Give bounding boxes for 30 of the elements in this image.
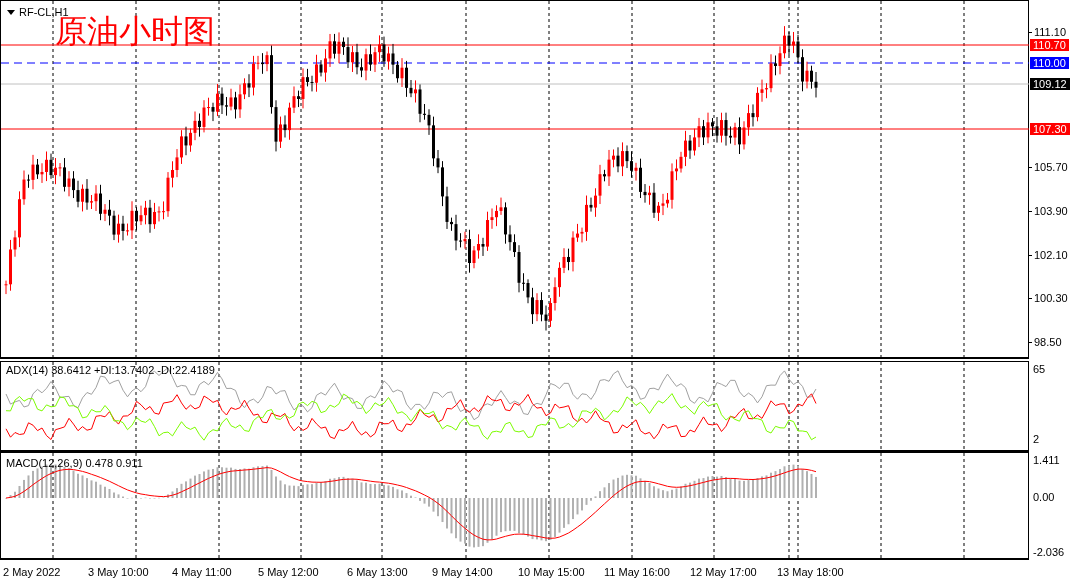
axis-label: 2 xyxy=(1033,433,1040,446)
time-label: 4 May 11:00 xyxy=(172,565,232,579)
price-level-badge: 109.12 xyxy=(1030,78,1070,90)
time-label: 12 May 17:00 xyxy=(690,565,757,579)
symbol-label: RF-CL,H1 xyxy=(19,5,69,18)
price-label: 102.10 xyxy=(1034,249,1068,261)
time-label: 11 May 16:00 xyxy=(604,565,670,579)
adx-label: ADX(14) 38.6412 +DI:13.7402 -DI:22.4189 xyxy=(6,363,215,377)
axis-label: 65 xyxy=(1033,363,1046,376)
time-label: 6 May 13:00 xyxy=(347,565,408,579)
chart-title: 原油小时图 xyxy=(55,15,215,47)
axis-label: 1.411 xyxy=(1033,454,1060,467)
axis-label: 0.00 xyxy=(1033,491,1055,504)
price-level-badge: 110.70 xyxy=(1030,39,1069,51)
time-label: 9 May 14:00 xyxy=(432,565,493,579)
time-label: 3 May 10:00 xyxy=(88,565,149,579)
price-label: 111.10 xyxy=(1034,26,1066,38)
price-label: 105.70 xyxy=(1034,161,1068,173)
price-label: 98.50 xyxy=(1034,336,1062,348)
price-label: 103.90 xyxy=(1034,205,1068,217)
dropdown-triangle-icon[interactable] xyxy=(7,9,15,15)
axis-label: -2.036 xyxy=(1033,546,1065,559)
time-label: 13 May 18:00 xyxy=(777,565,844,579)
price-level-badge: 107.30 xyxy=(1030,123,1070,135)
price-level-badge: 110.00 xyxy=(1030,57,1069,69)
macd-label: MACD(12,26,9) 0.478 0.911 xyxy=(6,456,143,470)
time-label: 10 May 15:00 xyxy=(518,565,585,579)
time-label: 2 May 2022 xyxy=(3,565,61,579)
price-label: 100.30 xyxy=(1034,292,1068,304)
time-label: 5 May 12:00 xyxy=(258,565,319,579)
